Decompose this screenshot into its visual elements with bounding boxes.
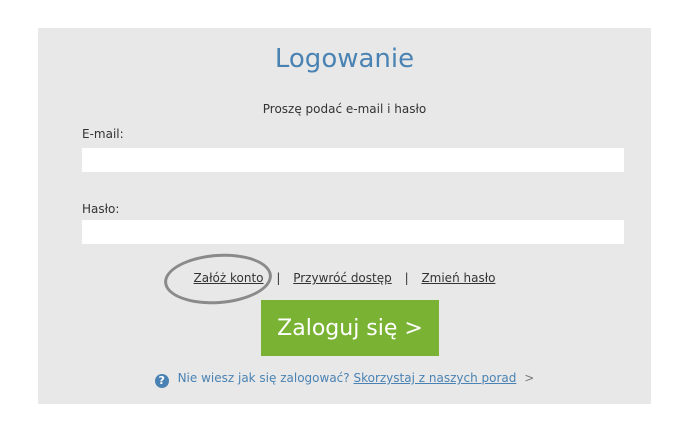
- chevron-right-icon: >: [524, 371, 535, 385]
- help-line: ? Nie wiesz jak się zalogować? Skorzysta…: [38, 371, 651, 388]
- account-links: Załóż konto | Przywróć dostęp | Zmień ha…: [38, 271, 651, 285]
- login-panel: Logowanie Proszę podać e-mail i hasło E-…: [38, 28, 651, 404]
- password-field[interactable]: [82, 220, 624, 244]
- link-separator: |: [404, 271, 409, 285]
- password-label: Hasło:: [82, 202, 120, 216]
- help-link[interactable]: Skorzystaj z naszych porad: [353, 371, 516, 385]
- help-text: Nie wiesz jak się zalogować?: [177, 371, 350, 385]
- email-label: E-mail:: [82, 127, 124, 141]
- email-field[interactable]: [82, 148, 624, 172]
- question-circle-icon: ?: [154, 374, 169, 388]
- link-separator: |: [276, 271, 281, 285]
- page-title: Logowanie: [274, 44, 415, 74]
- restore-access-link[interactable]: Przywróć dostęp: [293, 271, 392, 285]
- change-password-link[interactable]: Zmień hasło: [421, 271, 495, 285]
- login-instructions: Proszę podać e-mail i hasło: [262, 102, 427, 116]
- create-account-link[interactable]: Załóż konto: [194, 271, 264, 285]
- login-button[interactable]: Zaloguj się >: [261, 300, 439, 356]
